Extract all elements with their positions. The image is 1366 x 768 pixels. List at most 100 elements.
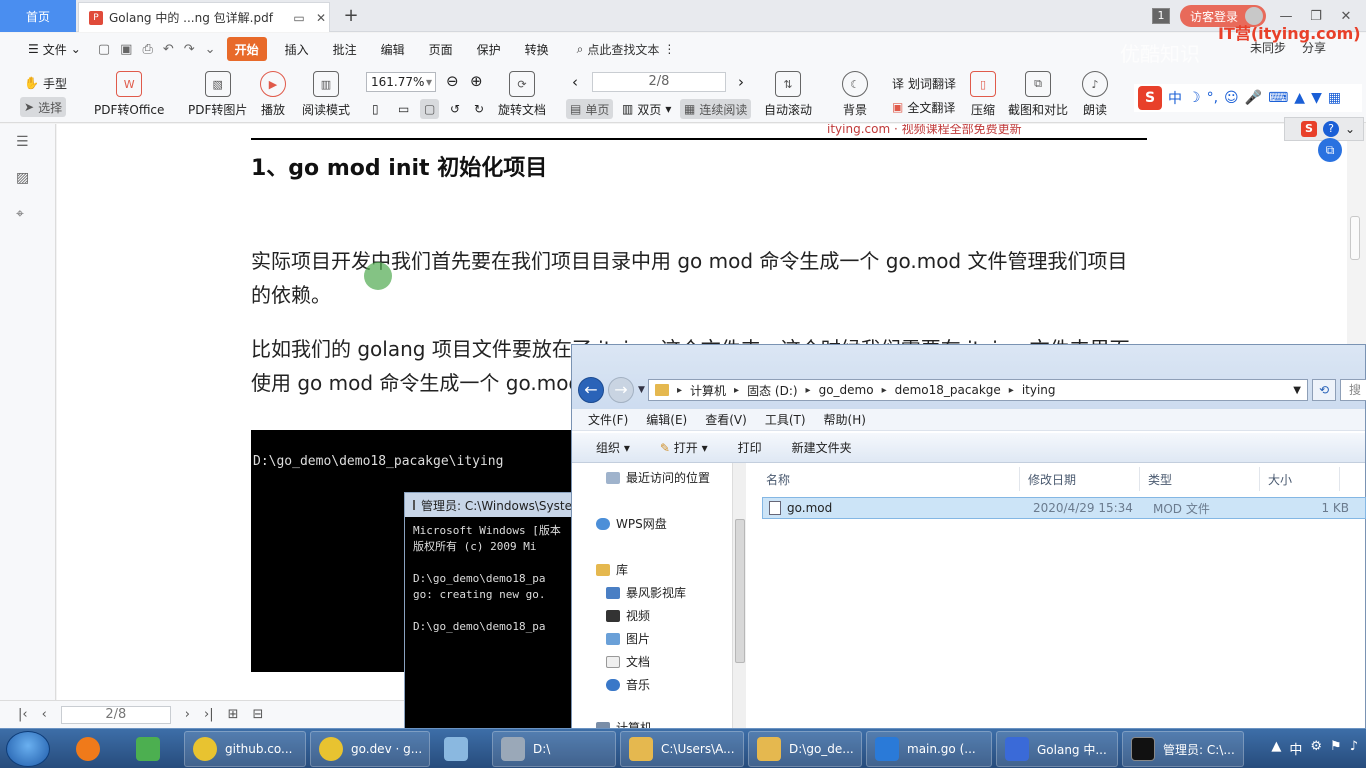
insert-page-icon[interactable]: ⊞: [228, 707, 239, 722]
thumbnail-icon[interactable]: ▨: [16, 170, 36, 188]
nav-item-recent[interactable]: 最近访问的位置: [606, 469, 710, 486]
grid-icon[interactable]: ▦: [1328, 90, 1341, 106]
nav-item-documents[interactable]: 文档: [606, 653, 650, 670]
new-tab-button[interactable]: +: [340, 5, 362, 27]
taskbar-go-demo-folder[interactable]: D:\go_de...: [748, 731, 862, 767]
undo-icon[interactable]: ↶: [158, 42, 179, 57]
single-page-button[interactable]: ▤ 单页: [566, 99, 614, 119]
volume-icon[interactable]: ♪: [1350, 739, 1358, 758]
taskbar-cmd[interactable]: 管理员: C:\...: [1122, 731, 1244, 767]
column-header-size[interactable]: 大小: [1260, 467, 1340, 491]
network-icon[interactable]: ⚙: [1310, 739, 1322, 758]
file-menu[interactable]: ☰ 文件 ⌄: [16, 37, 93, 61]
nav-item-pictures[interactable]: 图片: [606, 630, 650, 647]
taskbar-blue-app[interactable]: [436, 731, 486, 767]
read-mode-button[interactable]: ▥ 阅读模式: [302, 71, 350, 118]
fit-page-icon[interactable]: ▯: [368, 99, 383, 119]
prev-page-icon[interactable]: ‹: [42, 707, 47, 722]
play-button[interactable]: ▶ 播放: [260, 71, 286, 118]
taskbar-godev[interactable]: go.dev · g...: [310, 731, 430, 767]
pdf-to-image-button[interactable]: ▧ PDF转图片: [188, 71, 247, 118]
emoji-icon[interactable]: ☺: [1224, 90, 1239, 106]
float-action-icon[interactable]: ⧉: [1318, 138, 1342, 162]
ime-language[interactable]: 中: [1168, 88, 1182, 108]
rotate-document-button[interactable]: ⟳ 旋转文档: [498, 71, 546, 118]
table-row[interactable]: go.mod 2020/4/29 15:34 MOD 文件 1 KB: [762, 497, 1366, 519]
menu-tab-convert[interactable]: 转换: [513, 37, 561, 61]
nav-item-music[interactable]: 音乐: [606, 676, 650, 693]
column-header-date[interactable]: 修改日期: [1020, 467, 1140, 491]
breadcrumb-go-demo[interactable]: go_demo: [819, 383, 874, 397]
last-page-icon[interactable]: ›|: [204, 707, 214, 722]
explorer-menu-edit[interactable]: 编辑(E): [646, 411, 687, 428]
tray-expand-icon[interactable]: ▲: [1271, 739, 1281, 758]
background-button[interactable]: ☾ 背景: [842, 71, 868, 118]
menu-tab-protect[interactable]: 保护: [465, 37, 513, 61]
nav-item-library[interactable]: 库: [596, 561, 628, 578]
double-page-button[interactable]: ▥ 双页 ▾: [618, 99, 675, 119]
screenshot-compare-button[interactable]: ⧉ 截图和对比: [1008, 71, 1068, 118]
breadcrumb-drive[interactable]: 固态 (D:): [747, 382, 797, 399]
punctuation-icon[interactable]: °,: [1207, 90, 1218, 106]
taskbar-vscode[interactable]: main.go (...: [866, 731, 992, 767]
document-scrollbar[interactable]: [1350, 216, 1360, 260]
back-arrow-icon[interactable]: ←: [578, 377, 604, 403]
nav-item-wps-cloud[interactable]: WPS网盘: [596, 515, 667, 532]
export-page-icon[interactable]: ⊟: [253, 707, 264, 722]
sogou-logo[interactable]: S: [1138, 86, 1162, 110]
menu-tab-page[interactable]: 页面: [417, 37, 465, 61]
explorer-window[interactable]: ← → ▼ ▸ 计算机 ▸ 固态 (D:) ▸ go_demo ▸ demo18…: [571, 344, 1366, 737]
more-chevron-icon[interactable]: ⌄: [200, 42, 221, 57]
find-text-button[interactable]: ⌕ 点此查找文本 ⋮: [561, 41, 676, 58]
ime-tray-icon[interactable]: 中: [1289, 739, 1302, 758]
taskbar-users-folder[interactable]: C:\Users\A...: [620, 731, 744, 767]
full-translate-button[interactable]: ▣ 全文翻译: [888, 97, 959, 117]
fit-width-icon[interactable]: ▭: [394, 99, 413, 119]
help-icon[interactable]: ?: [1323, 121, 1339, 137]
taskbar-wps-pdf[interactable]: Golang 中...: [996, 731, 1118, 767]
prev-page-icon[interactable]: ‹: [568, 72, 582, 92]
bookmark-icon[interactable]: ⌖: [16, 206, 36, 224]
chevron-down-icon[interactable]: ⌄: [1345, 122, 1355, 136]
next-page-icon[interactable]: ›: [734, 72, 748, 92]
breadcrumb-demo18[interactable]: demo18_pacakge: [895, 383, 1001, 397]
skin-icon[interactable]: ▲: [1294, 90, 1305, 106]
taskbar-github[interactable]: github.co...: [184, 731, 306, 767]
explorer-menu-view[interactable]: 查看(V): [705, 411, 747, 428]
first-page-icon[interactable]: |‹: [18, 707, 28, 722]
explorer-search-input[interactable]: 搜: [1340, 379, 1366, 401]
auto-scroll-button[interactable]: ⇅ 自动滚动: [764, 71, 812, 118]
shirt-icon[interactable]: ▼: [1311, 90, 1322, 106]
hand-tool-button[interactable]: ✋ 手型: [20, 73, 71, 93]
nav-item-videos[interactable]: 视频: [606, 607, 650, 624]
taskbar-git[interactable]: [128, 731, 178, 767]
explorer-menu-help[interactable]: 帮助(H): [824, 411, 866, 428]
nav-pane-scroll-thumb[interactable]: [735, 519, 745, 663]
status-page-input[interactable]: 2/8: [60, 705, 171, 724]
open-button[interactable]: ✎ 打开 ▾: [660, 439, 708, 456]
outline-icon[interactable]: ☰: [16, 134, 36, 152]
cmd-output[interactable]: Microsoft Windows [版本 版权所有 (c) 2009 Mi D…: [405, 517, 581, 635]
zoom-select[interactable]: 161.77% ▾: [366, 72, 436, 92]
rotate-left-icon[interactable]: ↺: [446, 99, 464, 119]
compress-button[interactable]: ▯ 压缩: [970, 71, 996, 118]
save-icon[interactable]: ▣: [115, 42, 137, 57]
print-icon[interactable]: ⎙: [137, 42, 157, 57]
tab-document[interactable]: P Golang 中的 ...ng 包详解.pdf ▭ ✕: [78, 2, 330, 32]
start-button[interactable]: [6, 731, 50, 767]
tab-home[interactable]: 首页: [0, 0, 76, 32]
organize-button[interactable]: 组织 ▾: [596, 439, 630, 456]
nav-pane-scrollbar[interactable]: [732, 463, 746, 737]
sogou-mini-icon[interactable]: S: [1301, 121, 1317, 137]
refresh-icon[interactable]: ⟲: [1312, 379, 1336, 401]
page-number-input[interactable]: 2/8: [592, 72, 726, 92]
zoom-out-icon[interactable]: ⊖: [442, 71, 463, 91]
word-translate-button[interactable]: 译 划词翻译: [888, 73, 960, 93]
read-aloud-button[interactable]: ♪ 朗读: [1082, 71, 1108, 118]
address-dropdown-icon[interactable]: ▼: [1293, 385, 1307, 396]
breadcrumb-itying[interactable]: itying: [1022, 383, 1056, 397]
cmd-window[interactable]: 管理员: C:\Windows\System32\cmd.exe Microso…: [404, 492, 582, 732]
moon-icon[interactable]: ☽: [1188, 90, 1201, 106]
flag-icon[interactable]: ⚑: [1330, 739, 1342, 758]
window-count-badge[interactable]: 1: [1151, 8, 1170, 24]
